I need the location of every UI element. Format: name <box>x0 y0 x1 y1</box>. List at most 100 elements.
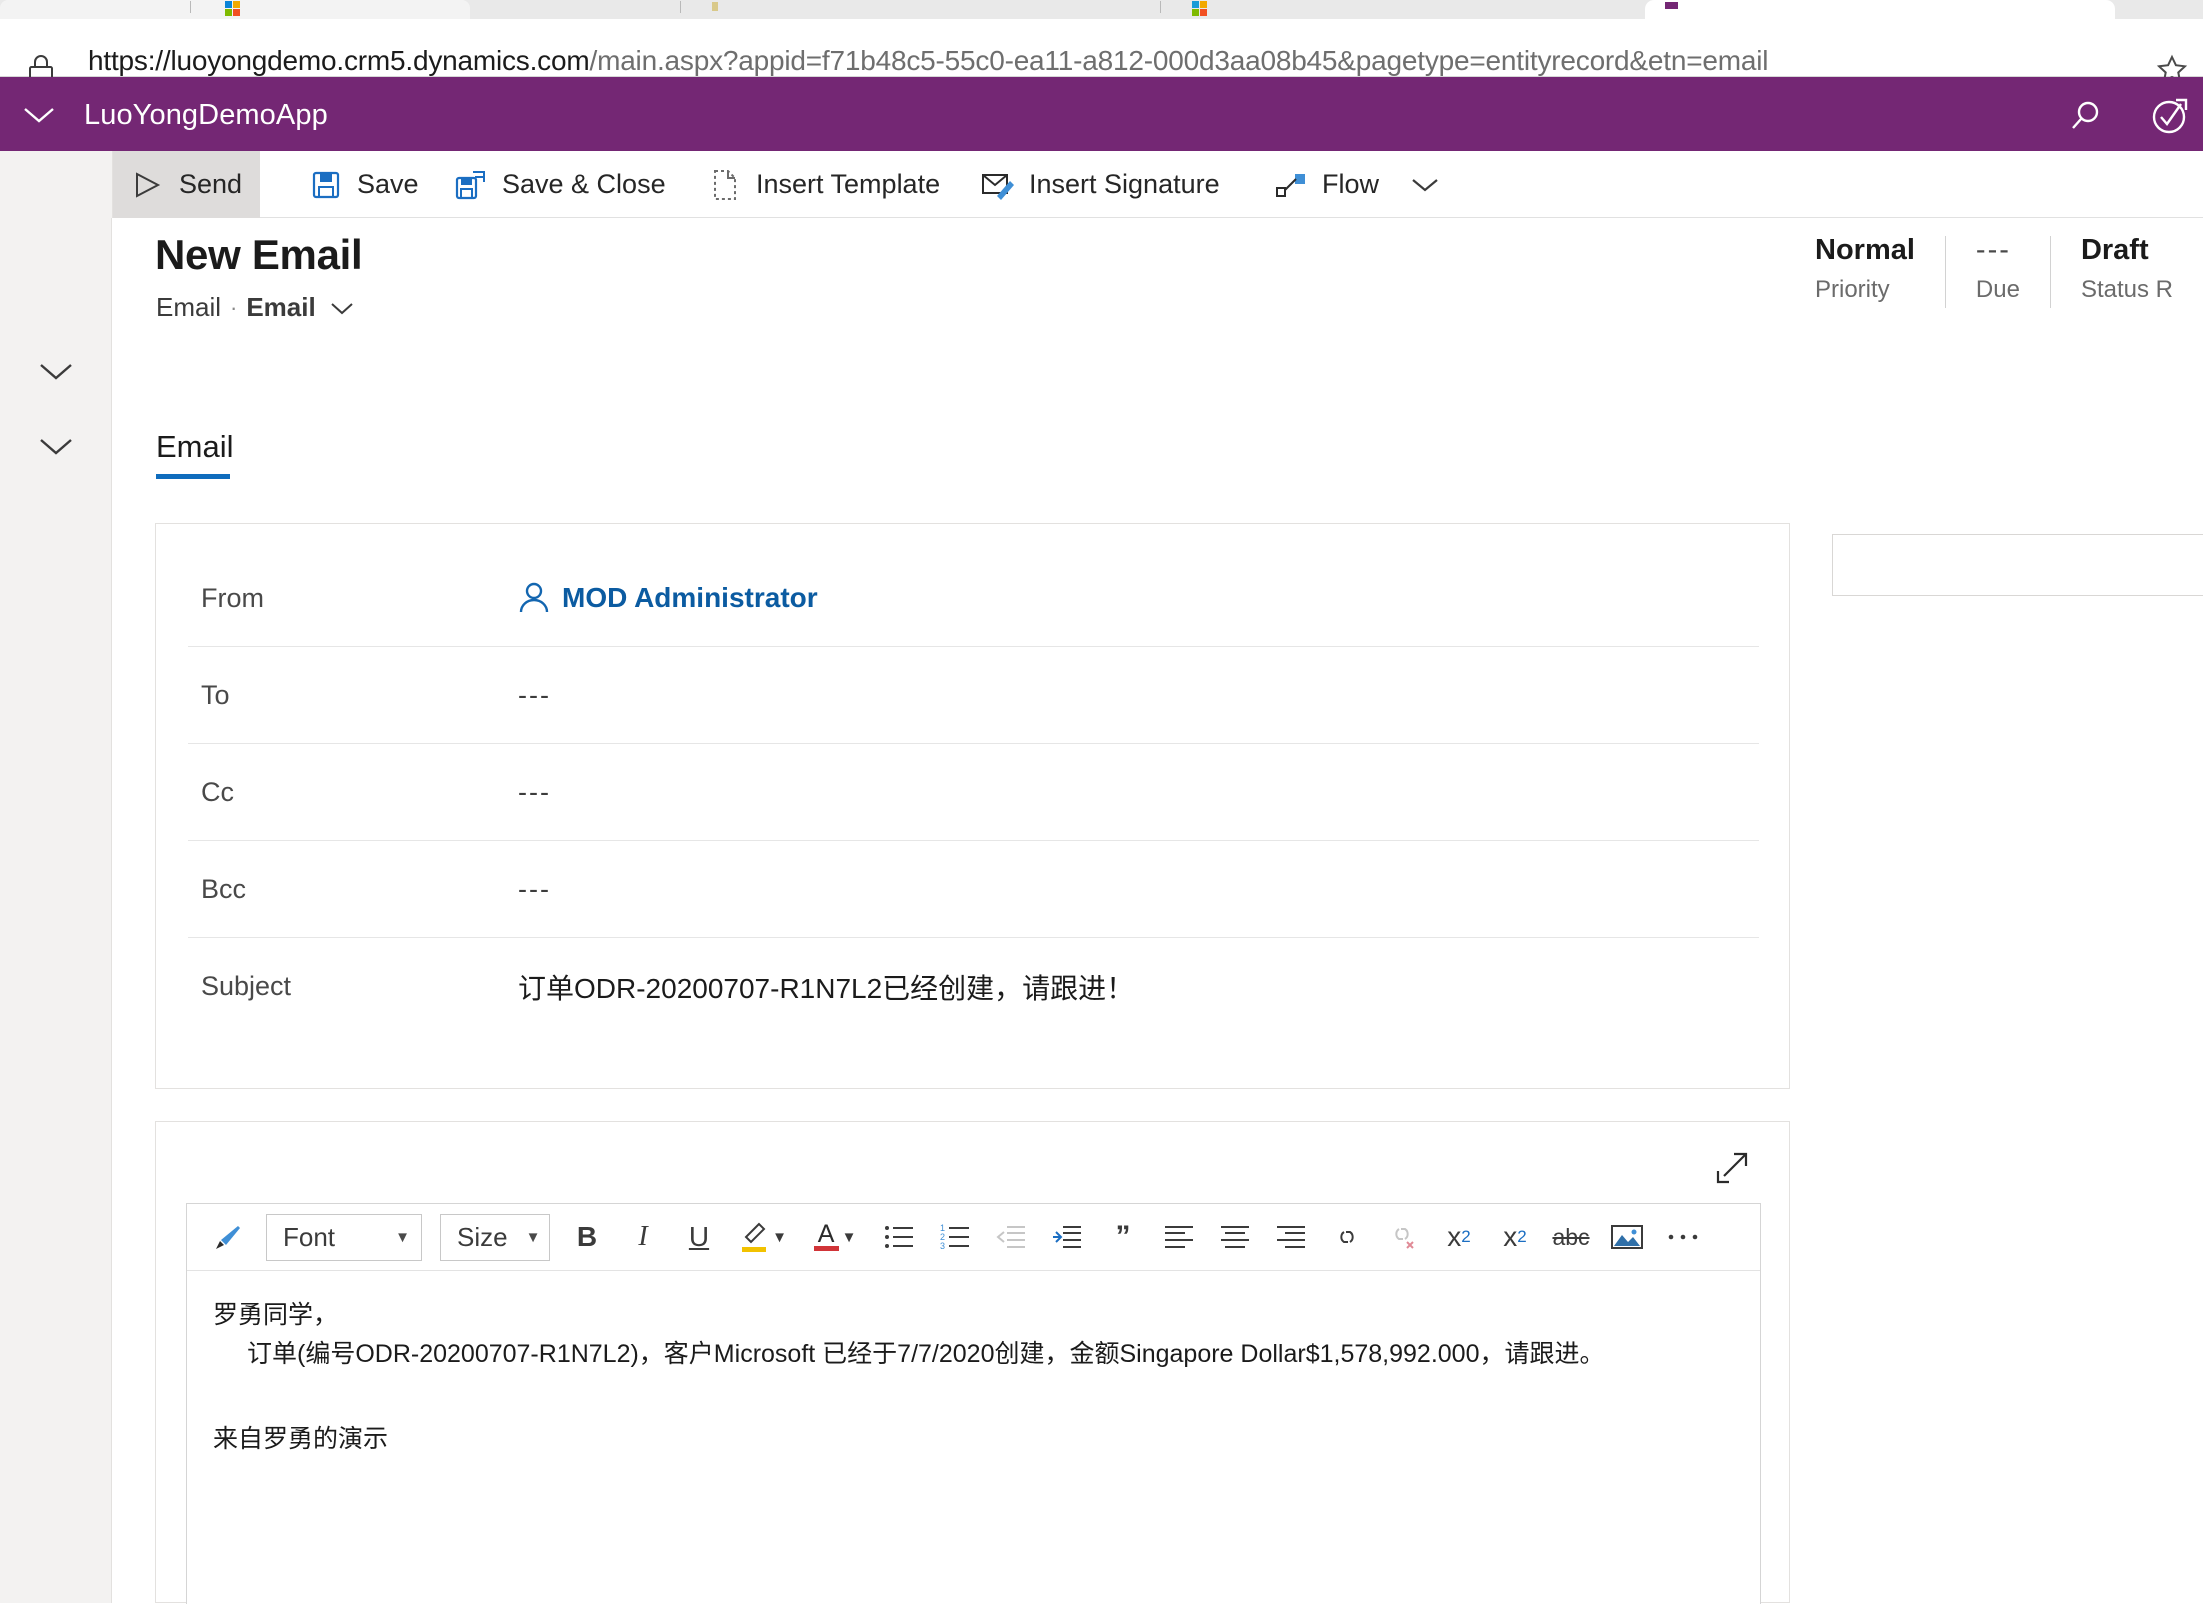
font-size-label: Size <box>457 1221 508 1252</box>
breadcrumb: Email · Email <box>156 292 355 323</box>
bold-button[interactable]: B <box>564 1213 610 1261</box>
save-button[interactable]: Save <box>291 151 437 218</box>
remove-link-icon[interactable] <box>1380 1213 1426 1261</box>
strikethrough-button[interactable]: abc <box>1548 1213 1594 1261</box>
body-line-1: 罗勇同学， <box>213 1301 339 1329</box>
page-title: New Email <box>155 231 363 278</box>
relationship-assistant-icon[interactable] <box>2140 96 2202 136</box>
tab-email[interactable]: Email <box>156 429 234 479</box>
decrease-indent-icon[interactable] <box>988 1213 1034 1261</box>
font-color-button[interactable]: A ▼ <box>804 1213 866 1261</box>
more-options-icon[interactable] <box>1660 1213 1706 1261</box>
superscript-button[interactable]: x2 <box>1436 1213 1482 1261</box>
numbered-list-icon[interactable]: 123 <box>932 1213 978 1261</box>
rich-text-editor: Font ▼ Size ▼ B I U ▼ A ▼ 1 2 3 ” x 2 x … <box>186 1203 1761 1604</box>
highlight-color-button[interactable]: ▼ <box>732 1213 794 1261</box>
insert-signature-button[interactable]: Insert Signature <box>963 151 1238 218</box>
blockquote-button[interactable]: ” <box>1100 1213 1146 1261</box>
status-reason-value: Draft <box>2080 234 2149 266</box>
font-color-label: A <box>817 1219 835 1248</box>
subscript-button[interactable]: x2 <box>1492 1213 1538 1261</box>
field-row-to: To --- <box>188 647 1759 744</box>
send-label: Send <box>179 169 243 199</box>
save-and-close-icon <box>454 169 488 201</box>
body-blank-line <box>213 1374 1734 1420</box>
chevron-down-icon: ▼ <box>525 1228 541 1246</box>
rail-chevron-down-icon-top[interactable] <box>31 351 81 391</box>
tab-divider <box>1160 1 1161 13</box>
status-badge-status-reason: Draft Status R <box>2051 234 2203 304</box>
underline-label: U <box>688 1221 710 1252</box>
breadcrumb-form-name[interactable]: Email <box>246 292 315 323</box>
cc-value[interactable]: --- <box>518 777 551 808</box>
search-icon[interactable] <box>2055 96 2117 136</box>
field-row-subject: Subject 订单ODR-20200707-R1N7L2已经创建，请跟进！ <box>188 938 1759 1035</box>
align-left-icon[interactable] <box>1156 1213 1202 1261</box>
app-title: LuoYongDemoApp <box>84 99 328 131</box>
align-center-icon[interactable] <box>1212 1213 1258 1261</box>
browser-url-bar[interactable]: https://luoyongdemo.crm5.dynamics.com/ma… <box>0 19 2203 86</box>
command-bar: Send Save Save & Close Insert Template I… <box>0 151 2203 218</box>
italic-label: I <box>638 1221 648 1252</box>
browser-tab-active[interactable] <box>1645 0 2115 19</box>
to-value[interactable]: --- <box>518 680 551 711</box>
underline-button[interactable]: U <box>676 1213 722 1261</box>
tab-favicon <box>225 1 241 16</box>
browser-tab-strip <box>0 0 2203 19</box>
send-button[interactable]: Send <box>113 151 261 218</box>
field-row-from: From MOD Administrator <box>188 550 1759 647</box>
url-host: https://luoyongdemo.crm5.dynamics.com <box>88 45 590 76</box>
due-value: --- <box>1975 234 2011 266</box>
insert-template-button[interactable]: Insert Template <box>690 151 958 218</box>
insert-image-icon[interactable] <box>1604 1213 1650 1261</box>
priority-label: Priority <box>1815 276 1890 303</box>
chevron-down-icon: ▼ <box>772 1228 787 1246</box>
strikethrough-label: abc <box>1552 1223 1590 1250</box>
superscript-sup: 2 <box>1461 1227 1471 1246</box>
italic-button[interactable]: I <box>620 1213 666 1261</box>
due-label: Due <box>1975 276 2020 303</box>
insert-template-icon <box>708 169 742 201</box>
field-row-bcc: Bcc --- <box>188 841 1759 938</box>
email-body-content[interactable]: 罗勇同学， 订单(编号ODR-20200707-R1N7L2)，客户Micros… <box>187 1272 1760 1604</box>
subscript-label: x <box>1503 1221 1518 1252</box>
from-value-text: MOD Administrator <box>562 582 818 613</box>
chevron-down-icon[interactable] <box>325 300 355 316</box>
bcc-label: Bcc <box>201 873 247 904</box>
breadcrumb-entity: Email <box>156 292 222 322</box>
from-label: From <box>201 582 264 613</box>
app-nav-chevron-down-icon[interactable] <box>14 100 64 130</box>
svg-text:3: 3 <box>940 1241 945 1250</box>
send-icon <box>131 171 165 199</box>
format-painter-icon[interactable] <box>206 1213 252 1261</box>
command-bar-left-rail <box>0 151 113 218</box>
subject-value[interactable]: 订单ODR-20200707-R1N7L2已经创建，请跟进！ <box>518 967 1134 1007</box>
flow-button[interactable]: Flow <box>1256 151 1397 218</box>
save-and-close-button[interactable]: Save & Close <box>436 151 684 218</box>
bulleted-list-icon[interactable] <box>876 1213 922 1261</box>
from-value[interactable]: MOD Administrator <box>518 581 818 615</box>
font-size-select[interactable]: Size ▼ <box>440 1213 550 1261</box>
expand-icon[interactable] <box>1710 1146 1754 1190</box>
font-family-label: Font <box>283 1221 336 1252</box>
flow-label: Flow <box>1322 169 1380 199</box>
tab-divider <box>680 1 681 13</box>
flow-icon <box>1274 171 1308 199</box>
bcc-value[interactable]: --- <box>518 874 551 905</box>
priority-value: Normal <box>1815 234 1915 266</box>
status-badge-due: --- Due <box>1946 234 2050 304</box>
insert-link-icon[interactable] <box>1324 1213 1370 1261</box>
rail-chevron-down-icon-bottom[interactable] <box>31 426 81 466</box>
increase-indent-icon[interactable] <box>1044 1213 1090 1261</box>
tab-favicon <box>710 1 726 14</box>
breadcrumb-separator: · <box>230 294 238 320</box>
status-reason-label: Status R <box>2080 276 2173 303</box>
bold-label: B <box>576 1221 598 1252</box>
font-color-icon: A <box>813 1219 839 1252</box>
font-family-select[interactable]: Font ▼ <box>266 1213 422 1261</box>
align-right-icon[interactable] <box>1268 1213 1314 1261</box>
save-disk-icon <box>309 170 343 200</box>
url-text[interactable]: https://luoyongdemo.crm5.dynamics.com/ma… <box>88 45 1768 77</box>
command-overflow-button[interactable] <box>1390 151 1460 218</box>
side-pane-field[interactable] <box>1832 534 2203 596</box>
